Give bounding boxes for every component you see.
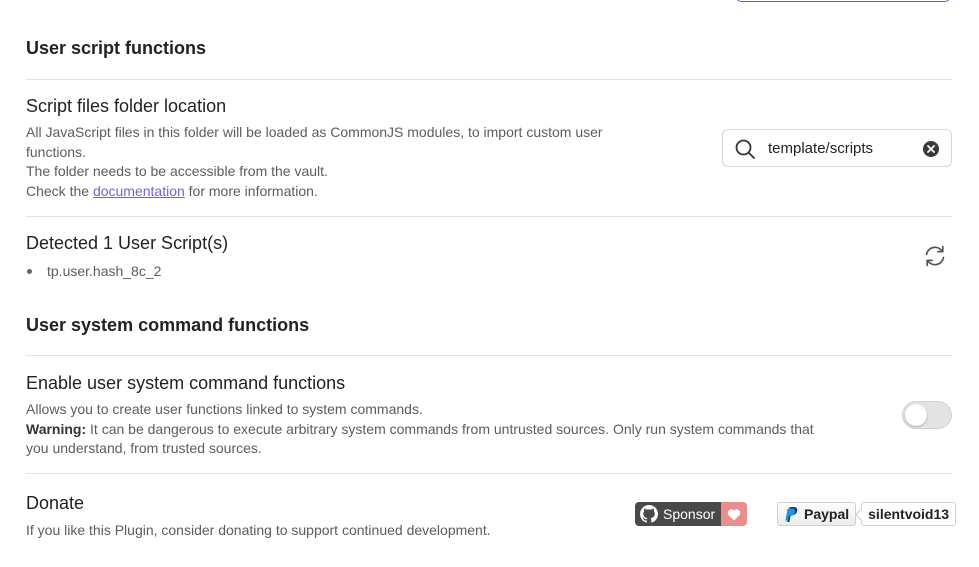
heart-icon xyxy=(727,508,741,520)
desc-line: Allows you to create user functions link… xyxy=(26,401,423,417)
paypal-icon xyxy=(785,506,798,522)
desc-line: functions. xyxy=(26,143,86,160)
toggle-knob xyxy=(905,404,927,426)
divider xyxy=(26,355,952,356)
detected-script-list: tp.user.hash_8c_2 xyxy=(26,262,161,281)
section-heading-user-script-functions: User script functions xyxy=(26,38,207,58)
settings-page: User script functions Script files folde… xyxy=(0,0,979,567)
list-item: tp.user.hash_8c_2 xyxy=(26,262,161,281)
enable-system-commands-toggle[interactable] xyxy=(902,401,952,429)
script-folder-search-box[interactable] xyxy=(722,129,952,167)
github-icon xyxy=(640,505,658,523)
paypal-username: silentvoid13 xyxy=(861,502,957,526)
top-button-edge[interactable] xyxy=(736,0,950,2)
warning-text: It can be dangerous to execute arbitrary… xyxy=(86,420,814,437)
desc-line: Warning: It can be dangerous to execute … xyxy=(26,420,886,440)
script-folder-input[interactable] xyxy=(768,136,918,160)
paypal-label: Paypal xyxy=(804,506,850,522)
documentation-link[interactable]: documentation xyxy=(93,183,185,199)
setting-desc-enable-system-commands: Allows you to create user functions link… xyxy=(26,400,886,459)
paypal-donate-button[interactable]: Paypal silentvoid13 xyxy=(777,501,957,527)
desc-line: you understand, from trusted sources. xyxy=(26,440,262,456)
setting-desc-donate: If you like this Plugin, consider donati… xyxy=(26,522,491,538)
warning-label: Warning: xyxy=(26,420,87,437)
desc-line: Check the documentation for more informa… xyxy=(26,182,706,202)
divider xyxy=(26,473,952,474)
section-heading-user-system-command-functions: User system command functions xyxy=(26,315,310,335)
setting-name-enable-system-commands: Enable user system command functions xyxy=(26,373,346,393)
search-icon xyxy=(735,139,755,159)
desc-text: Check the xyxy=(26,182,93,199)
setting-name-donate: Donate xyxy=(26,493,85,513)
refresh-icon[interactable] xyxy=(922,243,948,269)
desc-text: for more information. xyxy=(184,182,318,199)
sponsor-heart-area xyxy=(721,502,748,526)
divider xyxy=(26,216,952,217)
setting-name-script-folder: Script files folder location xyxy=(26,96,227,116)
sponsor-label: Sponsor xyxy=(663,506,716,522)
divider xyxy=(26,79,952,80)
paypal-label-area: Paypal xyxy=(777,502,857,526)
desc-line: The folder needs to be accessible from t… xyxy=(26,163,328,179)
github-sponsor-button[interactable]: Sponsor xyxy=(635,502,748,526)
setting-name-detected-scripts: Detected 1 User Script(s) xyxy=(26,233,229,253)
clear-icon[interactable] xyxy=(922,140,940,158)
setting-desc-script-folder: All JavaScript files in this folder will… xyxy=(26,123,706,201)
desc-line: All JavaScript files in this folder will… xyxy=(26,124,603,140)
sponsor-badge-label-area: Sponsor xyxy=(635,502,722,526)
